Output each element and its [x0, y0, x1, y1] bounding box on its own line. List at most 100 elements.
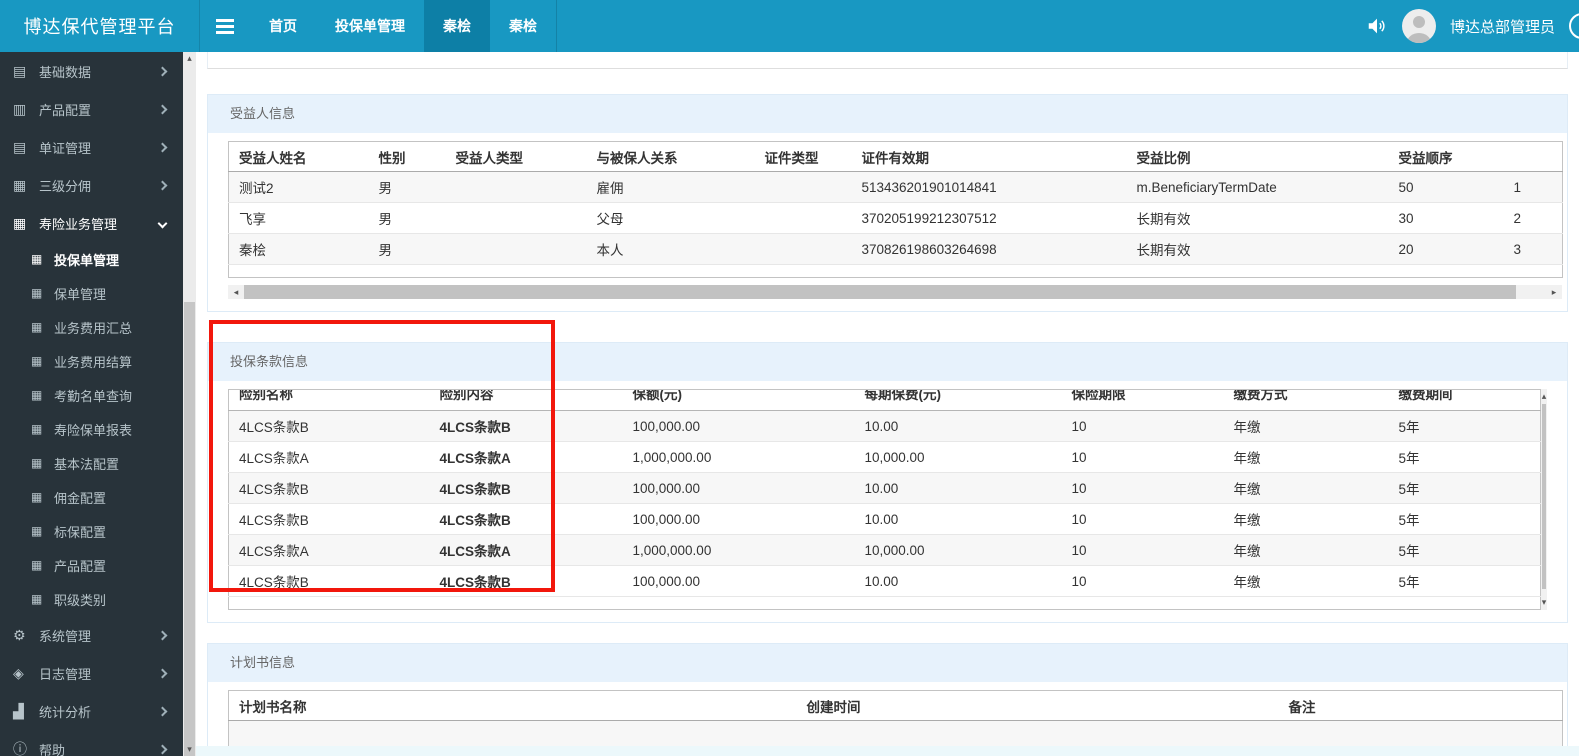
beneficiary-panel: 受益人信息 受益人姓名 性别 受益人类型 与被保人关系 证件类型 证件有效期 受…	[207, 94, 1568, 312]
vertical-scrollbar[interactable]: ▴ ▾	[1541, 389, 1547, 610]
clauses-table: 险别名称 险别内容 保额(元) 每期保费(元) 保险期限 缴费方式 缴费期间 4…	[228, 389, 1541, 610]
tab-home[interactable]: 首页	[250, 0, 316, 52]
table-cell: 5年	[1388, 565, 1541, 597]
table-cell: 100,000.00	[622, 472, 855, 504]
col-id-type: 证件类型	[754, 141, 852, 172]
tag-icon: ◈	[13, 664, 24, 681]
sidebar-subitem-commission-config[interactable]: ▦ 佣金配置	[0, 480, 183, 514]
table-cell: 4LCS条款B	[228, 503, 430, 535]
table-cell: m.BeneficiaryTermDate	[1126, 171, 1389, 203]
horizontal-scrollbar[interactable]: ◂ ▸	[228, 285, 1562, 299]
table-cell: 10.00	[854, 565, 1062, 597]
table-cell: 50	[1388, 171, 1504, 203]
power-icon[interactable]	[1569, 13, 1579, 39]
table-cell: 本人	[586, 233, 755, 265]
grid-icon: ▦	[31, 252, 43, 266]
table-cell: 秦桧	[228, 233, 369, 265]
table-footer-spacer	[228, 264, 1563, 278]
grid-icon: ▦	[31, 286, 43, 300]
sidebar-item-statistics[interactable]: ▟ 统计分析	[0, 692, 183, 730]
sidebar-subitem-product-config[interactable]: ▦ 产品配置	[0, 548, 183, 582]
sidebar-item-log-mgmt[interactable]: ◈ 日志管理	[0, 654, 183, 692]
sidebar-item-system-mgmt[interactable]: ⚙ 系统管理	[0, 616, 183, 654]
table-cell: 长期有效	[1126, 202, 1389, 234]
col-insured-amount: 保额(元)	[622, 389, 855, 411]
grid-icon: ▦	[31, 422, 43, 436]
app-logo: 博达保代管理平台	[0, 0, 200, 52]
scroll-down-arrow-icon[interactable]: ▾	[1541, 595, 1547, 610]
table-cell: 4LCS条款B	[429, 472, 623, 504]
table-cell	[445, 202, 587, 234]
grid-icon: ▦	[31, 524, 43, 538]
col-remark: 备注	[1278, 690, 1563, 721]
clause-row: 4LCS条款A 4LCS条款A 1,000,000.00 10,000.00 10 年缴 5…	[228, 534, 1541, 566]
top-navbar: 博达保代管理平台 首页 投保单管理 秦桧 秦桧 博达总部管理员	[0, 0, 1579, 52]
sidebar: ▤ 基础数据 ▥ 产品配置 ▤ 单证管理 ▦ 三级分佣 ▦ 寿险业务管理 ▦ 投保…	[0, 52, 183, 756]
sidebar-item-certificate-mgmt[interactable]: ▤ 单证管理	[0, 128, 183, 166]
table-cell: 2	[1503, 202, 1563, 234]
sidebar-subitem-policy-mgmt[interactable]: ▦ 保单管理	[0, 276, 183, 310]
sidebar-item-help[interactable]: ⓘ 帮助	[0, 730, 183, 756]
col-benefit-ratio: 受益比例	[1126, 141, 1389, 172]
table-cell: 1,000,000.00	[622, 441, 855, 473]
scroll-up-arrow-icon[interactable]: ▴	[183, 52, 196, 65]
table-cell: 5年	[1388, 472, 1541, 504]
tab-policy-apply-mgmt[interactable]: 投保单管理	[316, 0, 424, 52]
table-cell: 年缴	[1223, 410, 1389, 442]
table-cell: 5年	[1388, 441, 1541, 473]
horizontal-scrollbar-thumb[interactable]	[244, 285, 1516, 299]
table-cell: 5年	[1388, 503, 1541, 535]
col-payment-period: 缴费期间	[1388, 389, 1541, 411]
sidebar-subitem-attendance-query[interactable]: ▦ 考勤名单查询	[0, 378, 183, 412]
clauses-table-body: 4LCS条款B 4LCS条款B 100,000.00 10.00 10 年缴 5年 4LCS条…	[228, 410, 1541, 597]
col-risk-name: 险别名称	[228, 389, 430, 411]
tab-divider	[556, 0, 557, 52]
sidebar-scrollbar-thumb[interactable]	[184, 302, 195, 756]
tab-qinhui-active[interactable]: 秦桧	[424, 0, 490, 52]
table-cell: 1,000,000.00	[622, 534, 855, 566]
grid-icon: ▦	[13, 176, 27, 193]
table-cell: 10,000.00	[854, 441, 1062, 473]
table-cell: 10.00	[854, 472, 1062, 504]
clauses-panel-title: 投保条款信息	[208, 343, 1567, 381]
sidebar-item-product-config[interactable]: ▥ 产品配置	[0, 90, 183, 128]
col-relation: 与被保人关系	[586, 141, 755, 172]
sidebar-subitem-biz-fee-summary[interactable]: ▦ 业务费用汇总	[0, 310, 183, 344]
table-cell: 10	[1061, 534, 1224, 566]
scroll-up-arrow-icon[interactable]: ▴	[1541, 389, 1547, 404]
vertical-scrollbar-thumb[interactable]	[1542, 404, 1546, 589]
sidebar-subitem-policy-apply-mgmt[interactable]: ▦ 投保单管理	[0, 242, 183, 276]
sidebar-item-life-insurance-mgmt[interactable]: ▦ 寿险业务管理	[0, 204, 183, 242]
plan-header-row: 计划书名称 创建时间 备注	[228, 690, 1563, 721]
table-footer-spacer	[228, 596, 1541, 610]
sidebar-item-three-level-commission[interactable]: ▦ 三级分佣	[0, 166, 183, 204]
hamburger-icon[interactable]	[200, 0, 250, 52]
table-cell: 20	[1388, 233, 1504, 265]
table-cell	[445, 233, 587, 265]
scroll-left-arrow-icon[interactable]: ◂	[228, 285, 244, 299]
grid-icon: ▦	[31, 388, 43, 402]
sidebar-subitem-rank-category[interactable]: ▦ 职级类别	[0, 582, 183, 616]
col-plan-name: 计划书名称	[228, 690, 797, 721]
sidebar-scrollbar[interactable]: ▴ ▾	[183, 52, 196, 756]
tab-qinhui[interactable]: 秦桧	[490, 0, 556, 52]
clauses-header-row: 险别名称 险别内容 保额(元) 每期保费(元) 保险期限 缴费方式 缴费期间	[228, 389, 1541, 411]
user-avatar[interactable]	[1401, 9, 1436, 43]
sound-icon[interactable]	[1366, 15, 1388, 37]
sidebar-subitem-life-policy-report[interactable]: ▦ 寿险保单报表	[0, 412, 183, 446]
document-icon: ▤	[13, 138, 27, 155]
clauses-panel: 投保条款信息 险别名称 险别内容 保额(元) 每期保费(元) 保险期限 缴费方式…	[207, 342, 1568, 623]
sidebar-subitem-biz-fee-settle[interactable]: ▦ 业务费用结算	[0, 344, 183, 378]
table-cell: 年缴	[1223, 534, 1389, 566]
scroll-right-arrow-icon[interactable]: ▸	[1546, 285, 1562, 299]
table-cell: 4LCS条款B	[228, 565, 430, 597]
table-cell: 370205199212307512	[851, 202, 1127, 234]
scroll-down-arrow-icon[interactable]: ▾	[183, 743, 196, 756]
table-cell: 3	[1503, 233, 1563, 265]
sidebar-item-base-data[interactable]: ▤ 基础数据	[0, 52, 183, 90]
sidebar-subitem-standard-premium-config[interactable]: ▦ 标保配置	[0, 514, 183, 548]
beneficiary-table-body: 测试2 男雇佣 513436201901014841 m.BeneficiaryTer…	[228, 171, 1563, 265]
beneficiary-panel-title: 受益人信息	[208, 95, 1567, 133]
table-cell: 10,000.00	[854, 534, 1062, 566]
sidebar-subitem-basic-law-config[interactable]: ▦ 基本法配置	[0, 446, 183, 480]
